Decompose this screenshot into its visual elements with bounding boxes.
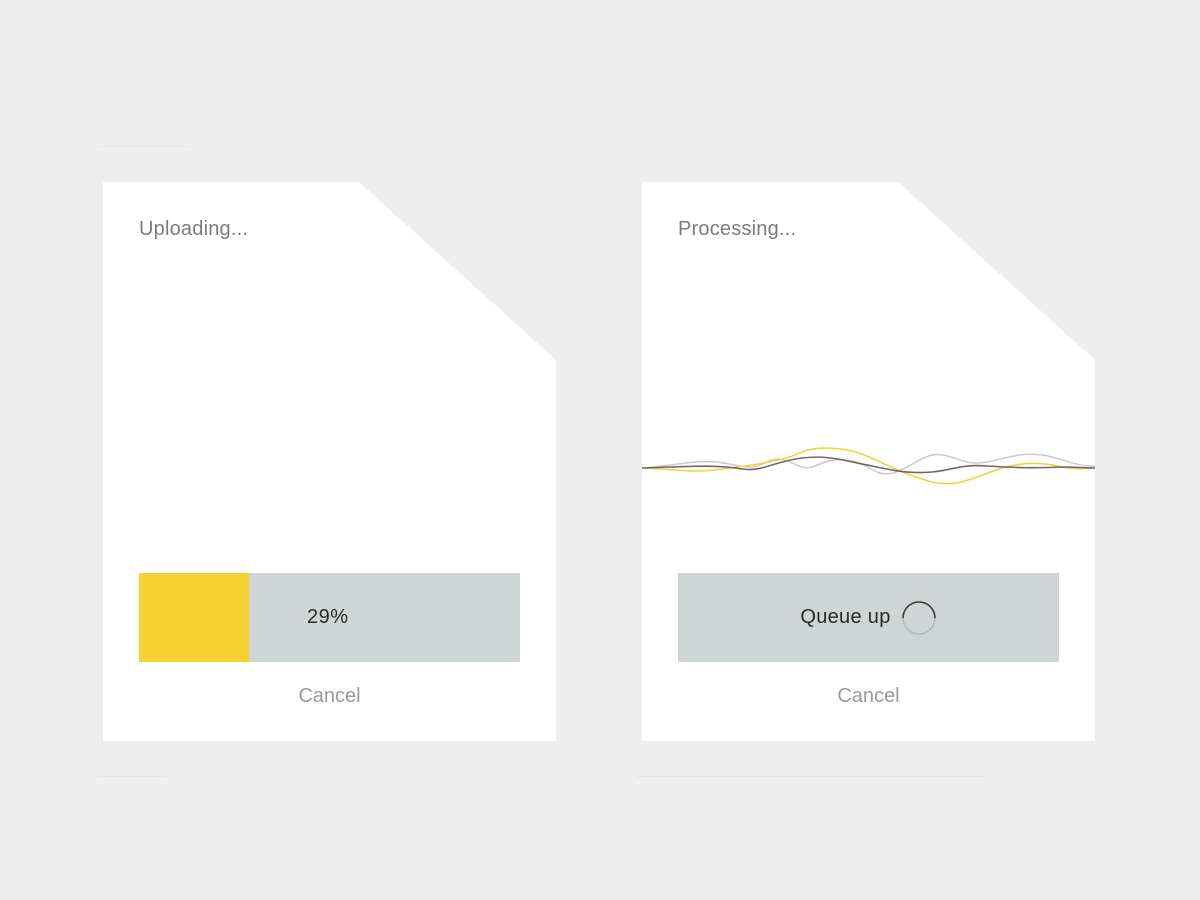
- divider: [98, 146, 190, 147]
- processing-status-title: Processing...: [678, 218, 797, 240]
- processing-card: Processing... Queue up Cancel: [642, 182, 1095, 741]
- upload-progress-fill: [139, 573, 250, 662]
- divider: [98, 776, 166, 777]
- upload-progress-bar: 29%: [139, 573, 520, 662]
- canvas: Uploading... 29% Cancel Processing... Qu…: [0, 0, 1200, 900]
- divider: [636, 776, 984, 777]
- audio-waveform: [642, 447, 1095, 485]
- upload-status-title: Uploading...: [139, 218, 249, 240]
- queue-up-label: Queue up: [800, 606, 891, 628]
- upload-cancel-button[interactable]: Cancel: [103, 685, 556, 708]
- loading-spinner-icon: [901, 600, 936, 635]
- queue-up-button[interactable]: Queue up: [678, 573, 1059, 662]
- upload-progress-percent: 29%: [307, 606, 349, 628]
- processing-cancel-button[interactable]: Cancel: [642, 685, 1095, 708]
- upload-card: Uploading... 29% Cancel: [103, 182, 556, 741]
